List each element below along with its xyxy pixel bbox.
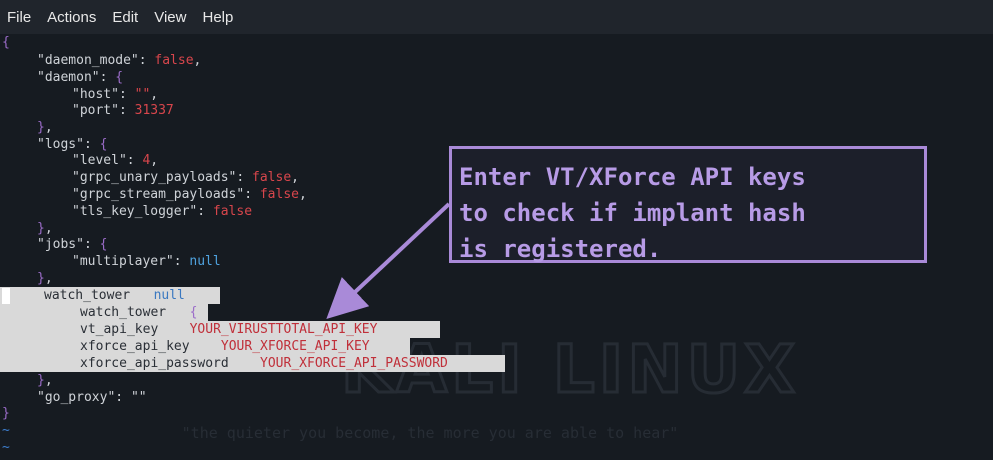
code-token: null <box>153 288 185 303</box>
code-token: YOUR_XFORCE_API_PASSWORD <box>260 356 448 371</box>
code-line-selected: watch_tower null <box>44 287 185 304</box>
menu-edit[interactable]: Edit <box>104 9 146 26</box>
empty-line-marker: ~ <box>2 423 10 438</box>
code-token: "go_proxy" <box>37 390 116 405</box>
code-token: watch_tower <box>80 305 167 320</box>
code-token: "port" <box>72 103 119 118</box>
annotation-text: Enter VT/XForce API keys to check if imp… <box>459 163 806 263</box>
code-line: } <box>2 405 10 422</box>
code-line-selected: xforce_api_key YOUR_XFORCE_API_KEY <box>80 338 370 355</box>
empty-line-marker: ~ <box>2 440 10 455</box>
annotation-callout: Enter VT/XForce API keys to check if imp… <box>449 146 927 263</box>
code-token: null <box>189 254 221 269</box>
menu-help[interactable]: Help <box>194 9 241 26</box>
code-line: }, <box>37 373 53 388</box>
code-line: "jobs": { <box>37 237 108 252</box>
code-token: "daemon_mode" <box>37 53 139 68</box>
code-token: "daemon" <box>37 70 100 85</box>
code-token: } <box>2 406 10 421</box>
code-token: "logs" <box>37 137 84 152</box>
code-token: 31337 <box>134 103 174 118</box>
code-line: "grpc_stream_payloads": false, <box>72 187 307 202</box>
code-token: "level" <box>72 153 127 168</box>
code-line: { <box>2 34 10 51</box>
text-cursor <box>2 288 10 304</box>
code-line: "tls_key_logger": false <box>72 204 253 219</box>
code-token: false <box>259 187 299 202</box>
watermark-tagline: "the quieter you become, the more you ar… <box>182 424 679 442</box>
code-token: false <box>212 204 253 219</box>
code-token: false <box>154 53 194 68</box>
code-line: "daemon_mode": false, <box>37 53 202 68</box>
code-token: watch_tower <box>44 288 131 303</box>
code-token: xforce_api_key <box>80 339 190 354</box>
menu-file[interactable]: File <box>0 9 39 26</box>
code-token: false <box>252 170 292 185</box>
code-line: "grpc_unary_payloads": false, <box>72 170 299 185</box>
code-token: YOUR_VIRUSTTOTAL_API_KEY <box>189 322 378 337</box>
code-token: xforce_api_password <box>80 356 229 371</box>
code-line-selected: watch_tower { <box>80 305 198 320</box>
code-token: "multiplayer" <box>72 254 174 269</box>
menu-bar: File Actions Edit View Help <box>0 0 993 34</box>
code-token: "" <box>130 390 147 405</box>
code-line: "level": 4, <box>72 153 159 168</box>
menu-actions[interactable]: Actions <box>39 9 104 26</box>
code-token: "jobs" <box>37 237 84 252</box>
code-line: "port": 31337 <box>72 103 174 118</box>
code-line-selected: xforce_api_password YOUR_XFORCE_API_PASS… <box>80 355 448 372</box>
code-token: "host" <box>72 87 119 102</box>
code-token: vt_api_key <box>80 322 159 337</box>
code-line: "go_proxy": "" <box>37 390 147 405</box>
code-token: "tls_key_logger" <box>72 204 198 219</box>
code-token: "grpc_unary_payloads" <box>72 170 237 185</box>
code-token: "" <box>134 87 151 102</box>
code-line-selected: vt_api_key YOUR_VIRUSTTOTAL_API_KEY <box>80 321 377 338</box>
code-line: "host": "", <box>72 87 159 102</box>
code-line: }, <box>37 271 53 286</box>
code-line: "daemon": { <box>37 70 124 85</box>
code-line: }, <box>37 221 53 236</box>
code-line: "logs": { <box>37 137 108 152</box>
code-token: { <box>2 35 10 50</box>
code-token: "grpc_stream_payloads" <box>72 187 245 202</box>
code-token: YOUR_XFORCE_API_KEY <box>220 339 370 354</box>
menu-view[interactable]: View <box>146 9 194 26</box>
code-line: }, <box>37 120 53 135</box>
code-line: "multiplayer": null <box>72 254 221 269</box>
